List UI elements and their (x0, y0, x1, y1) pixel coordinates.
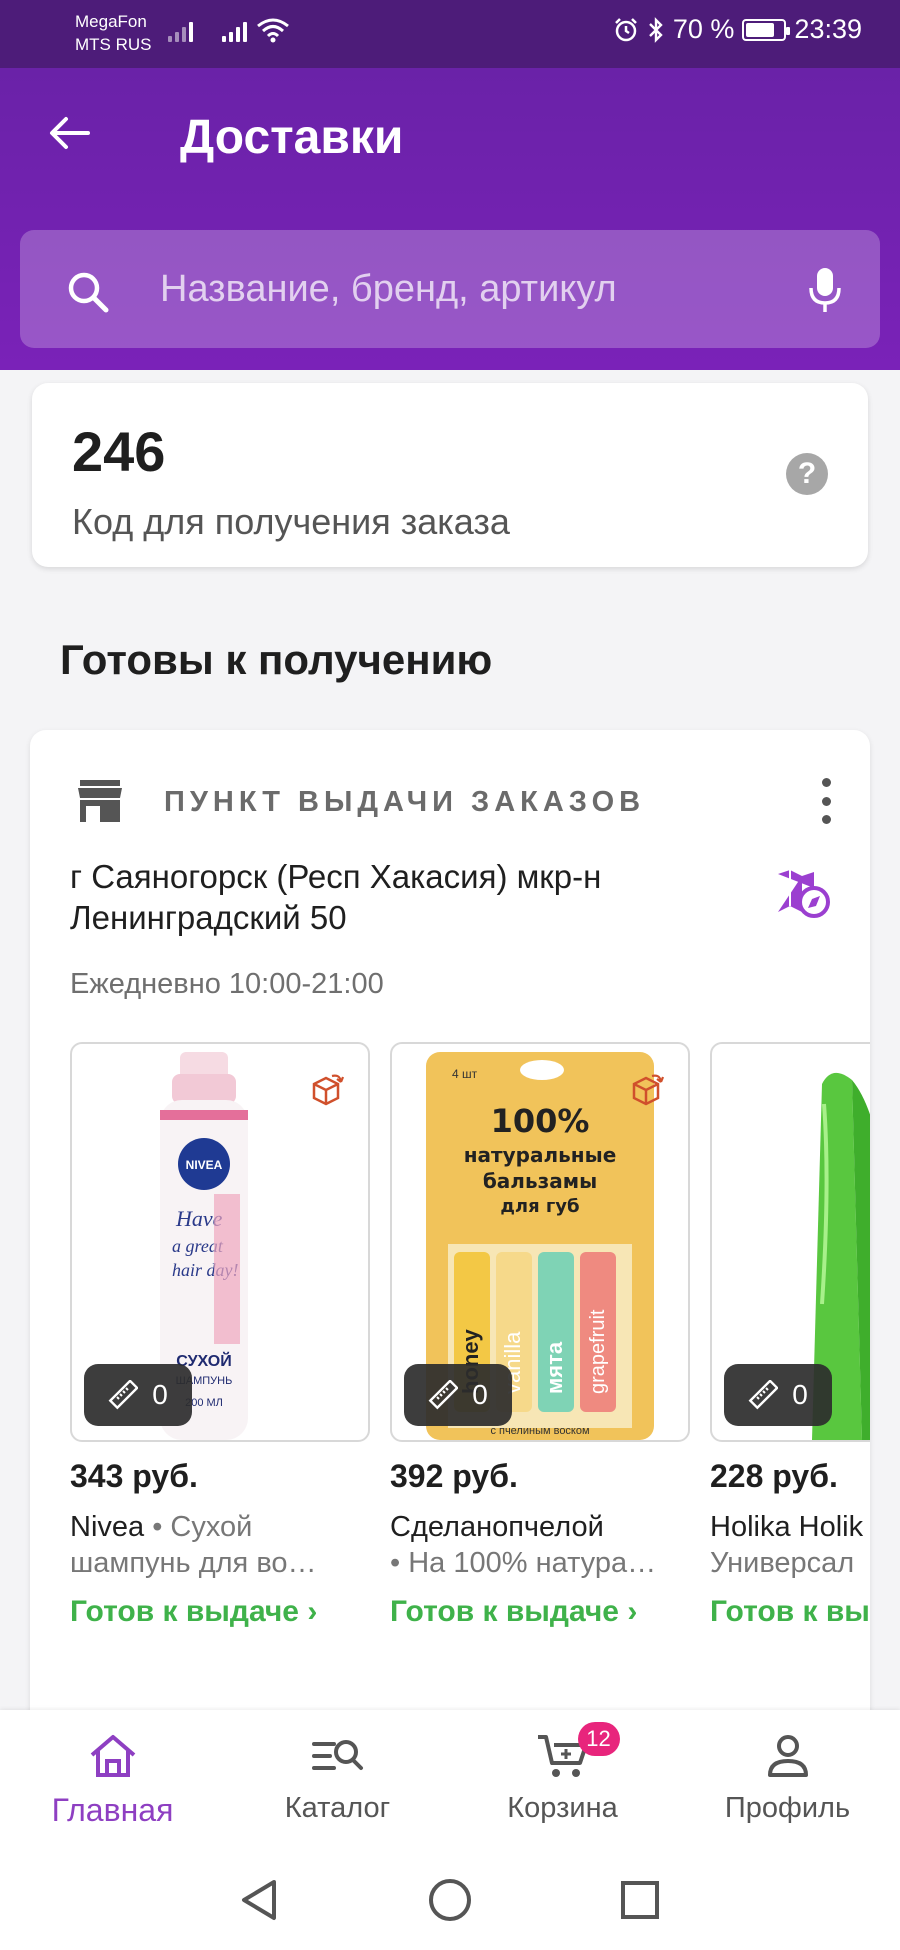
system-back-button[interactable] (228, 1872, 288, 1928)
pickup-point-card: ПУНКТ ВЫДАЧИ ЗАКАЗОВ г Саяногорск (Респ … (30, 730, 870, 1730)
profile-icon (767, 1735, 808, 1777)
ready-status-link[interactable]: Готов к выдаче › (390, 1595, 690, 1629)
more-options-icon[interactable] (814, 778, 838, 824)
search-bar[interactable] (20, 230, 880, 348)
product-card[interactable]: NIVEA Have a great hair day! СУХОЙ ШАМПУ… (70, 1042, 370, 1629)
product-brand: Holika Holik (710, 1511, 864, 1543)
home-icon (90, 1735, 135, 1777)
help-icon[interactable]: ? (786, 453, 828, 495)
product-image: 0 (710, 1042, 870, 1442)
balm-line-3: бальзамы (483, 1169, 597, 1193)
balm-bottom: с пчелиным воском (490, 1425, 589, 1437)
alarm-icon (614, 17, 637, 41)
pickup-type-label: ПУНКТ ВЫДАЧИ ЗАКАЗОВ (164, 786, 646, 818)
nav-cart[interactable]: 12 Корзина (450, 1710, 675, 1850)
store-icon (78, 780, 122, 822)
system-home-button[interactable] (420, 1872, 480, 1928)
balm-line-1: 100% (491, 1102, 590, 1140)
pickup-code: 246 (72, 420, 166, 483)
ready-status-link[interactable]: Готов к выдаче › (70, 1595, 370, 1629)
return-box-icon (632, 1074, 664, 1106)
size-badge: 0 (84, 1364, 192, 1426)
catalog-search-icon (311, 1740, 363, 1770)
nav-profile[interactable]: Профиль (675, 1710, 900, 1850)
square-recents-icon (621, 1881, 659, 1919)
product-description: Nivea • Сухой шампунь для во… (70, 1509, 370, 1581)
product-desc-2: Универсал (710, 1547, 855, 1579)
pickup-code-label: Код для получения заказа (72, 501, 510, 542)
product-image: NIVEA Have a great hair day! СУХОЙ ШАМПУ… (70, 1042, 370, 1442)
arrow-left-icon (50, 117, 90, 149)
product-card[interactable]: 0 228 руб. Holika Holik Универсал Готов … (710, 1042, 870, 1629)
signal-icon-2 (222, 18, 247, 42)
product-price: 228 руб. (710, 1458, 838, 1494)
balm-line-2: натуральные (464, 1143, 617, 1167)
ruler-icon (108, 1380, 139, 1410)
balm-stick-3: мята (542, 1341, 567, 1394)
product-description: Holika Holik Универсал (710, 1509, 870, 1581)
product-description: Сделанопчелой • На 100% натура… (390, 1509, 690, 1581)
battery-icon (742, 18, 791, 41)
pickup-hours: Ежедневно 10:00-21:00 (70, 968, 384, 1000)
nav-profile-label: Профиль (724, 1792, 851, 1824)
ruler-icon (748, 1380, 779, 1410)
ready-status-link[interactable]: Готов к вы (710, 1595, 870, 1629)
product-carousel[interactable]: NIVEA Have a great hair day! СУХОЙ ШАМПУ… (70, 1042, 870, 1662)
product-card[interactable]: 4 шт 100% натуральные бальзамы для губ h… (390, 1042, 690, 1629)
product-price: 392 руб. (390, 1458, 518, 1494)
size-count: 0 (472, 1379, 488, 1410)
back-button[interactable] (40, 103, 100, 163)
nav-home[interactable]: Главная (0, 1710, 225, 1850)
size-count: 0 (792, 1379, 808, 1410)
bluetooth-icon (649, 16, 663, 43)
product-desc-2: шампунь для во… (70, 1547, 317, 1579)
size-count: 0 (152, 1379, 168, 1410)
carrier-1: MegaFon (75, 12, 147, 31)
nav-catalog-label: Каталог (284, 1792, 391, 1824)
balm-stick-4: grapefruit (587, 1309, 609, 1394)
pickup-address: г Саяногорск (Респ Хакасия) мкр-н Ленинг… (70, 858, 602, 936)
circle-home-icon (429, 1879, 471, 1921)
signal-icon-1 (168, 18, 193, 42)
balm-line-4: для губ (500, 1196, 579, 1217)
product-brand: Сделанопчелой (390, 1511, 604, 1543)
carrier-2: MTS RUS (75, 35, 152, 54)
status-bar: MegaFon MTS RUS 70 % 23:39 (0, 0, 900, 68)
product-desc-1: • Сухой (144, 1511, 253, 1543)
clock: 23:39 (794, 14, 862, 44)
page-title: Доставки (180, 111, 404, 164)
product-image: 4 шт 100% натуральные бальзамы для губ h… (390, 1042, 690, 1442)
carrier-labels: MegaFon MTS RUS (75, 10, 152, 56)
pickup-code-card: 246 Код для получения заказа ? (32, 383, 868, 567)
size-badge: 0 (404, 1364, 512, 1426)
product-desc-2: • На 100% натура… (390, 1547, 657, 1579)
product-price: 343 руб. (70, 1458, 198, 1494)
search-icon (68, 272, 109, 313)
app-header: Доставки (0, 68, 900, 370)
ruler-icon (428, 1380, 459, 1410)
spray-brand-text: NIVEA (186, 1158, 223, 1172)
search-input[interactable] (160, 260, 780, 318)
section-title: Готовы к получению (60, 636, 493, 683)
map-route-icon[interactable] (776, 868, 832, 920)
cart-count-badge: 12 (577, 1722, 620, 1756)
status-right: 70 % 23:39 (613, 14, 862, 45)
return-box-icon (312, 1074, 344, 1106)
battery-percent: 70 % (672, 14, 735, 44)
bottom-navigation: Главная Каталог 12 Корзина Профиль (0, 1710, 900, 1850)
product-brand: Nivea (70, 1511, 145, 1543)
balm-pack: 4 шт (452, 1067, 478, 1081)
nav-catalog[interactable]: Каталог (225, 1710, 450, 1850)
wifi-icon (257, 18, 289, 43)
microphone-icon[interactable] (808, 266, 842, 314)
nav-cart-label: Корзина (507, 1792, 618, 1824)
size-badge: 0 (724, 1364, 832, 1426)
triangle-back-icon (242, 1880, 276, 1920)
nav-home-label: Главная (51, 1792, 174, 1828)
system-navigation-bar (0, 1850, 900, 1950)
system-recents-button[interactable] (610, 1872, 670, 1928)
